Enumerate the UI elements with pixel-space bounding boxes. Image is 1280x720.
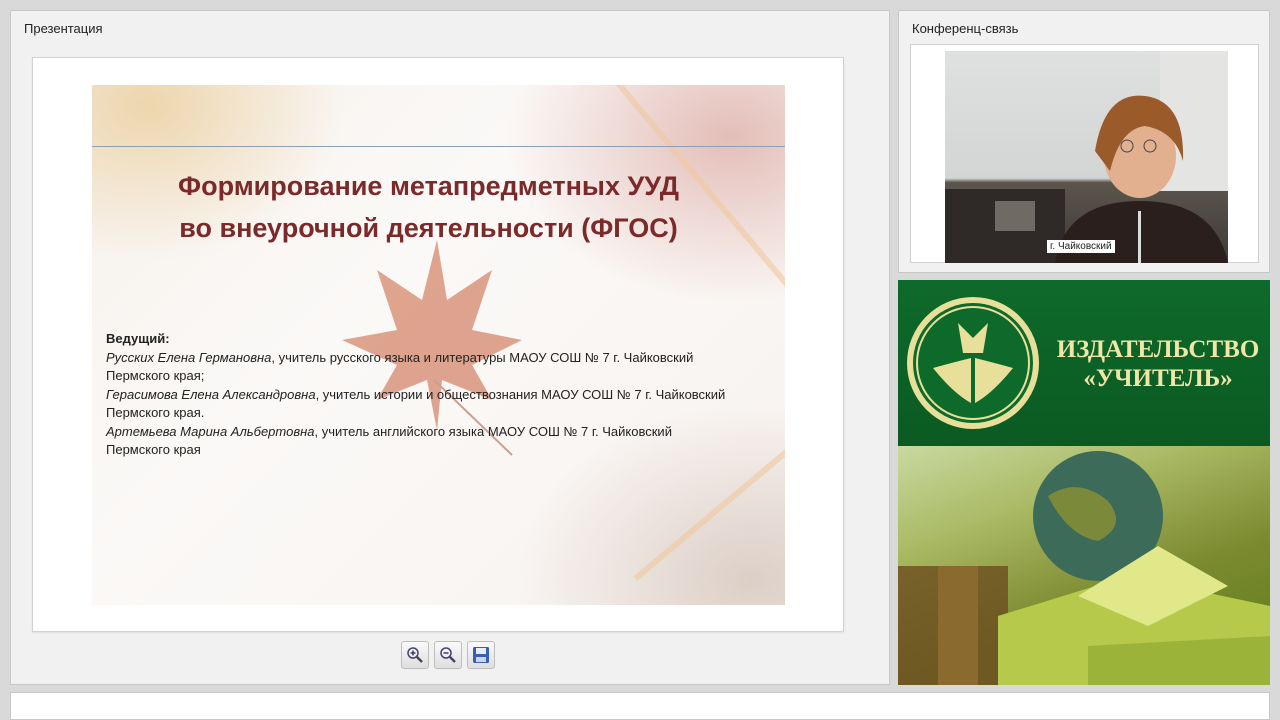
conference-panel: Конференц-связь г. Чайковский	[898, 10, 1270, 273]
presenter-name: Русских Елена Германовна	[106, 349, 272, 365]
save-button[interactable]	[467, 641, 495, 669]
presenter-line: Герасимова Елена Александровна, учитель …	[106, 386, 776, 405]
video-frame: г. Чайковский	[910, 44, 1259, 263]
presenter-role: , учитель истории и обществознания МАОУ …	[315, 386, 726, 402]
presenter-name: Герасимова Елена Александровна	[106, 386, 316, 402]
presenter-region: Пермского края.	[106, 405, 205, 420]
zoom-out-icon	[440, 647, 456, 663]
slide-body: Ведущий: Русских Елена Германовна, учите…	[106, 330, 776, 460]
presenter-line: Артемьева Марина Альбертовна, учитель ан…	[106, 423, 776, 442]
presenter-role: , учитель русского языка и литературы МА…	[271, 349, 694, 365]
presentation-panel-title: Презентация	[24, 21, 103, 36]
slide-toolbar	[401, 641, 495, 669]
slide-frame: Формирование метапредметных УУД во внеур…	[32, 57, 844, 632]
presenter-region: Пермского края;	[106, 368, 205, 383]
books-globe-image	[898, 451, 1270, 685]
slide-title: Формирование метапредметных УУД во внеур…	[178, 171, 679, 243]
presentation-panel: Презентация Формирование метапредметных …	[10, 10, 890, 685]
zoom-in-button[interactable]	[401, 641, 429, 669]
webcam-image	[945, 51, 1228, 263]
publisher-name: ИЗДАТЕЛЬСТВО «УЧИТЕЛЬ»	[1056, 336, 1260, 392]
publisher-logo-icon	[907, 297, 1039, 429]
slide-rule	[92, 146, 785, 147]
presenter-name: Артемьева Марина Альбертовна	[106, 423, 315, 439]
presenter-region: Пермского края	[106, 442, 201, 457]
video-location-label: г. Чайковский	[1047, 240, 1115, 253]
zoom-in-icon	[407, 647, 423, 663]
video-feed[interactable]: г. Чайковский	[945, 51, 1228, 263]
zoom-out-button[interactable]	[434, 641, 462, 669]
host-label: Ведущий:	[106, 331, 170, 346]
publisher-banner[interactable]: ИЗДАТЕЛЬСТВО «УЧИТЕЛЬ»	[898, 280, 1270, 446]
publisher-ad-image	[898, 446, 1270, 685]
presenter-line: Русских Елена Германовна, учитель русско…	[106, 349, 776, 368]
save-icon	[473, 647, 489, 663]
conference-panel-title: Конференц-связь	[912, 21, 1019, 36]
bottom-panel	[10, 692, 1270, 720]
presenter-role: , учитель английского языка МАОУ СОШ № 7…	[314, 423, 672, 439]
slide: Формирование метапредметных УУД во внеур…	[92, 85, 785, 605]
